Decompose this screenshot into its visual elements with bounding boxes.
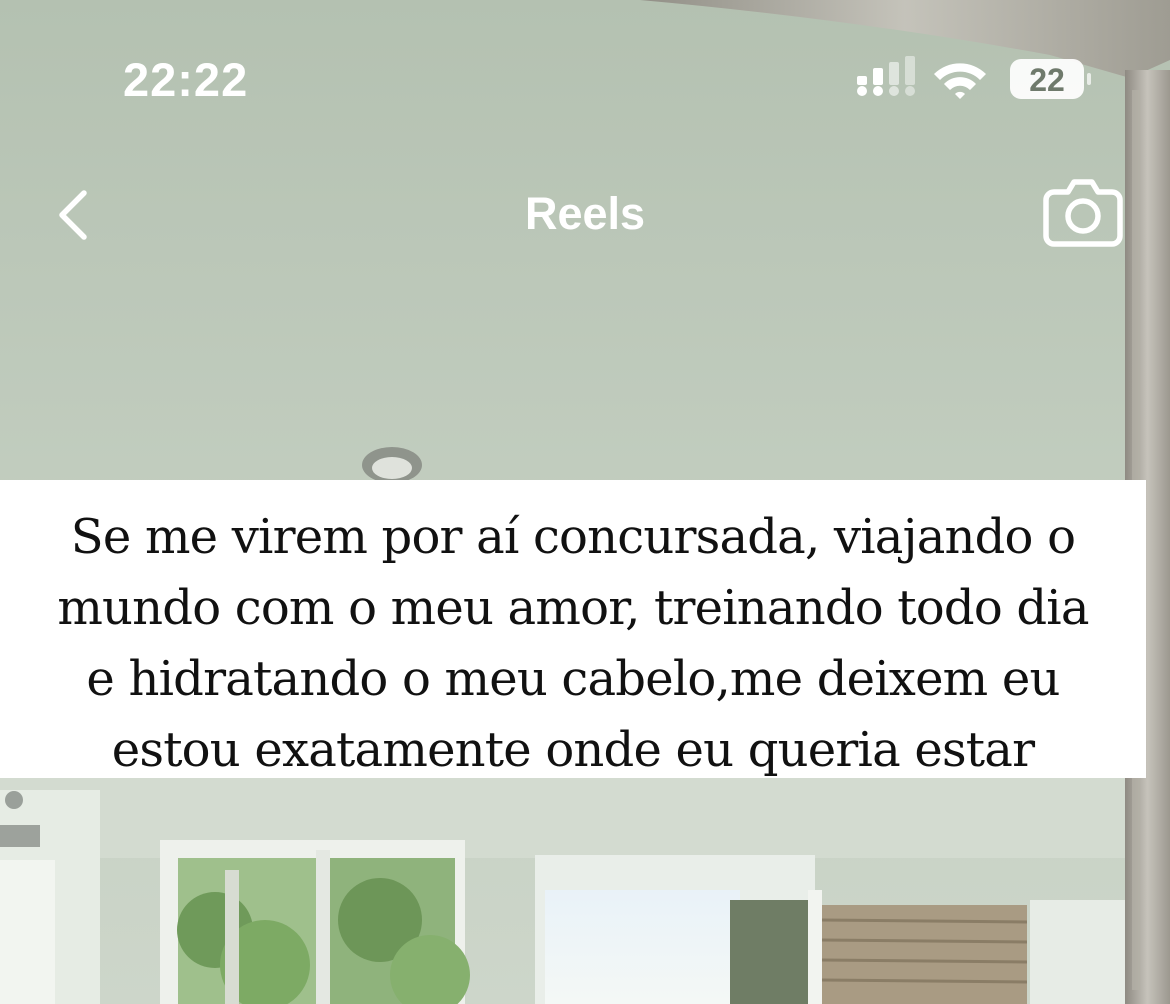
camera-icon	[1043, 179, 1123, 247]
status-bar-indicators: 22	[850, 54, 1100, 104]
status-time: 22:22	[123, 53, 249, 106]
caption-line: mundo com o meu amor, treinando todo dia	[57, 580, 1089, 636]
caption-line: Se me virem por aí concursada, viajando …	[70, 509, 1076, 565]
battery-icon: 22	[1010, 59, 1091, 99]
wifi-icon	[934, 63, 986, 99]
reel-caption-overlay: Se me virem por aí concursada, viajando …	[0, 480, 1146, 778]
page-title: Reels	[524, 188, 646, 239]
battery-level: 22	[1029, 62, 1065, 98]
camera-button[interactable]	[1040, 172, 1126, 254]
chevron-left-icon	[59, 190, 87, 240]
caption-line: e hidratando o meu cabelo,me deixem eu	[86, 651, 1060, 707]
back-button[interactable]	[40, 180, 110, 250]
cellular-signal-icon	[857, 56, 915, 96]
caption-line: estou exatamente onde eu queria estar	[111, 722, 1035, 778]
